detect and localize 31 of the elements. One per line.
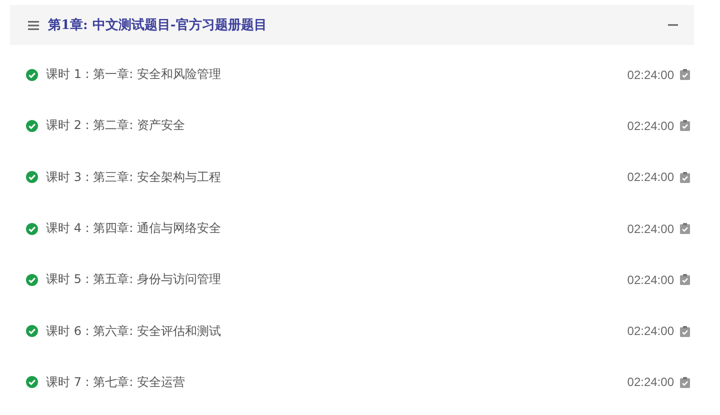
lesson-title: 课时 3 : 第三章: 安全架构与工程 [46,168,222,186]
lesson-row[interactable]: 课时 5 : 第五章: 身份与访问管理 02:24:00 [10,254,694,306]
lesson-duration: 02:24:00 [627,272,674,287]
lesson-duration: 02:24:00 [627,375,674,390]
lesson-row[interactable]: 课时 4 : 第四章: 通信与网络安全 02:24:00 [10,202,694,254]
clipboard-icon [680,172,690,183]
clipboard-icon [680,326,690,337]
chapter-header[interactable]: 第1章: 中文测试题目-官方习题册题目 [10,5,694,45]
lesson-row[interactable]: 课时 3 : 第三章: 安全架构与工程 02:24:00 [10,152,694,203]
lesson-duration: 02:24:00 [627,222,674,236]
clipboard-icon [680,376,690,388]
clipboard-icon [680,120,690,132]
chapter-title: 第1章: 中文测试题目-官方习题册题目 [48,16,268,34]
lesson-row[interactable]: 课时 1 : 第一章: 安全和风险管理 02:24:00 [10,49,694,100]
lesson-duration: 02:24:00 [627,170,674,184]
clipboard-icon [680,69,690,80]
lesson-title: 课时 7 : 第七章: 安全运营 [46,374,186,391]
clipboard-icon [680,274,690,286]
lesson-duration: 02:24:00 [627,324,674,338]
lesson-title: 课时 4 : 第四章: 通信与网络安全 [46,220,222,238]
clipboard-icon [680,223,690,234]
menu-icon [28,20,39,30]
lesson-title: 课时 6 : 第六章: 安全评估和测试 [46,322,222,340]
lesson-title: 课时 1 : 第一章: 安全和风险管理 [46,66,222,84]
lesson-row[interactable]: 课时 6 : 第六章: 安全评估和测试 02:24:00 [10,305,694,357]
lesson-duration: 02:24:00 [627,118,674,133]
lesson-title: 课时 5 : 第五章: 身份与访问管理 [46,271,222,288]
lesson-row[interactable]: 课时 7 : 第七章: 安全运营 02:24:00 [10,356,694,408]
lesson-row[interactable]: 课时 2 : 第二章: 资产安全 02:24:00 [10,100,694,152]
lesson-duration: 02:24:00 [627,68,674,82]
lesson-title: 课时 2 : 第二章: 资产安全 [46,117,186,134]
